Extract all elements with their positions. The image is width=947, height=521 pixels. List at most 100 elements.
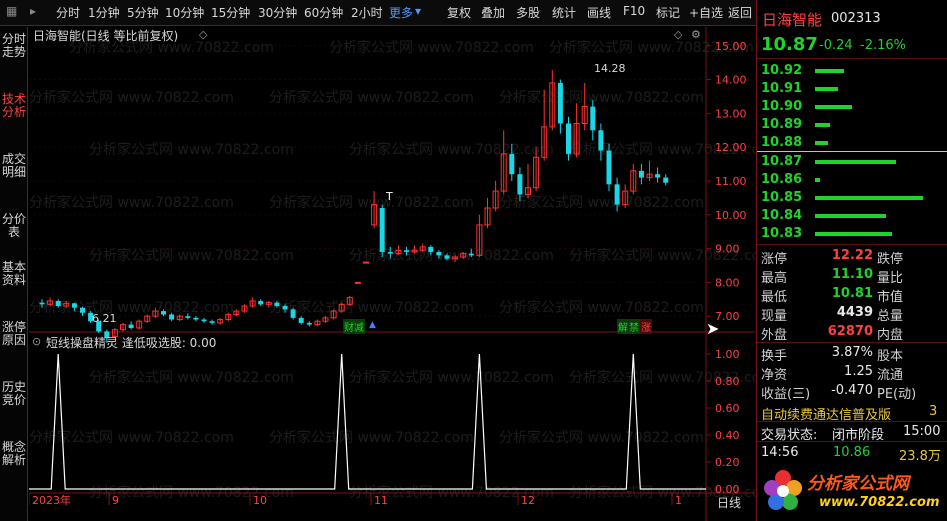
chevron-down-icon[interactable]: ◇	[199, 28, 207, 41]
sidebar-item-concept[interactable]: 概念解析	[2, 441, 26, 467]
diamond-icon[interactable]: ◇	[674, 28, 682, 41]
y-tick-label: 10.00	[715, 209, 747, 222]
quote-panel: 日海智能 002313 10.87 -0.24 -2.16% 10.92 10.9…	[756, 0, 947, 521]
period-1[interactable]: 分时	[56, 4, 80, 21]
tool-fuquan[interactable]: 复权	[447, 4, 471, 21]
candle	[492, 180, 499, 212]
book-price: 10.91	[761, 81, 803, 96]
trade-status-time: 15:00	[903, 424, 941, 439]
candle	[176, 314, 183, 322]
book-volume-bar	[815, 196, 923, 200]
stat-label: 内盘	[877, 328, 904, 343]
candle	[71, 302, 77, 312]
sidebar-item-deals[interactable]: 成交明细	[2, 153, 26, 179]
period-7[interactable]: 60分钟	[304, 4, 343, 21]
tool-draw[interactable]: 画线	[587, 4, 611, 21]
book-price: 10.90	[761, 99, 803, 114]
ind-tick-label: 0.80	[715, 375, 740, 388]
low-label: 6.21	[92, 312, 117, 325]
book-price: 10.85	[761, 190, 803, 205]
candle	[217, 317, 224, 325]
book-volume-bar	[815, 232, 892, 236]
toolbar-toggle-icon[interactable]: ▸	[30, 4, 36, 18]
period-5[interactable]: 15分钟	[211, 4, 250, 21]
event-tag-cut[interactable]: 财减	[343, 319, 365, 334]
book-volume-bar	[815, 87, 838, 91]
event-tag-ban[interactable]: 禁	[628, 319, 640, 334]
sidebar-item-technical[interactable]: 技术分析	[2, 93, 26, 119]
y-tick-label: 9.00	[715, 243, 740, 256]
stat-label: 总量	[877, 309, 904, 324]
tool-watchlist[interactable]: +自选	[689, 4, 723, 21]
chevron-down-icon[interactable]: ▾	[415, 4, 421, 18]
period-8[interactable]: 2小时	[351, 4, 383, 21]
candle	[120, 322, 126, 332]
sidebar-item-timeshare[interactable]: 分时走势	[2, 33, 26, 59]
candle	[201, 317, 207, 323]
tool-back[interactable]: 返回	[728, 4, 752, 21]
tool-multi[interactable]: 多股	[516, 4, 540, 21]
candle	[39, 299, 45, 308]
candle	[363, 261, 369, 264]
flower-logo-icon	[764, 470, 802, 510]
candle	[606, 143, 612, 192]
tool-f10[interactable]: F10	[623, 4, 645, 18]
stat-label: 市值	[877, 290, 904, 305]
stat-label: 跌停	[877, 252, 904, 267]
sidebar-item-auction[interactable]: 历史竞价	[2, 381, 26, 407]
settings-icon[interactable]: ⚙	[691, 28, 701, 41]
candle	[566, 116, 571, 161]
stat-label: 最低	[761, 290, 788, 305]
period-4[interactable]: 10分钟	[165, 4, 204, 21]
event-tag-up[interactable]: 涨	[640, 319, 652, 334]
indicator-title: 短线操盘精灵 逢低吸选股: 0.00	[46, 336, 217, 350]
period-3[interactable]: 5分钟	[127, 4, 159, 21]
sidebar-item-profile[interactable]: 基本资料	[2, 261, 26, 287]
stat-value: 10.81	[831, 286, 873, 301]
period-6[interactable]: 30分钟	[258, 4, 297, 21]
candle	[476, 214, 483, 258]
stock-code: 002313	[831, 11, 881, 26]
sidebar-item-price-table[interactable]: 分价表	[2, 213, 26, 239]
candle	[598, 123, 604, 161]
kline-chart[interactable]: 15.0014.0013.0012.0011.0010.009.008.007.…	[29, 27, 755, 521]
candle	[541, 89, 548, 161]
candle	[249, 297, 256, 308]
candle	[557, 79, 563, 134]
x-tick-label: 1	[675, 494, 682, 507]
candle	[185, 313, 191, 320]
candle	[614, 177, 620, 212]
tool-stats[interactable]: 统计	[552, 4, 576, 21]
candle	[500, 130, 507, 195]
candle	[452, 255, 459, 263]
candle	[47, 297, 54, 307]
x-tick-label: 9	[112, 494, 119, 507]
period-2[interactable]: 1分钟	[88, 4, 120, 21]
promo-number: 3	[929, 404, 938, 419]
tool-mark[interactable]: 标记	[656, 4, 680, 21]
candle	[573, 103, 580, 158]
period-axis-label: 日线	[717, 496, 742, 510]
candle	[533, 147, 540, 192]
toolbar-toggle-icon[interactable]: ▦	[6, 4, 17, 18]
divider	[757, 342, 947, 343]
more-button[interactable]: 更多	[389, 4, 413, 21]
candle	[622, 184, 629, 208]
stat-value: 4439	[836, 305, 873, 320]
tick-volume: 23.8万	[899, 449, 941, 464]
stat-value: 62870	[827, 324, 873, 339]
stat-value: -0.470	[831, 383, 873, 398]
book-volume-bar	[815, 178, 820, 182]
candle	[322, 316, 329, 323]
sidebar-item-limit-reason[interactable]: 涨停原因	[2, 321, 26, 347]
x-tick-label: 10	[253, 494, 267, 507]
candle	[590, 99, 596, 141]
chart-area[interactable]: 分析家公式网 www.70822.com 分析家公式网 www.70822.co…	[29, 27, 774, 521]
indicator-menu-icon[interactable]: ⊙	[32, 335, 41, 348]
candle	[444, 253, 450, 261]
candle	[128, 321, 134, 330]
stock-name: 日海智能	[762, 11, 823, 29]
tick-time: 14:56	[761, 445, 799, 460]
tool-overlay[interactable]: 叠加	[481, 4, 505, 21]
book-volume-bar	[815, 141, 828, 145]
